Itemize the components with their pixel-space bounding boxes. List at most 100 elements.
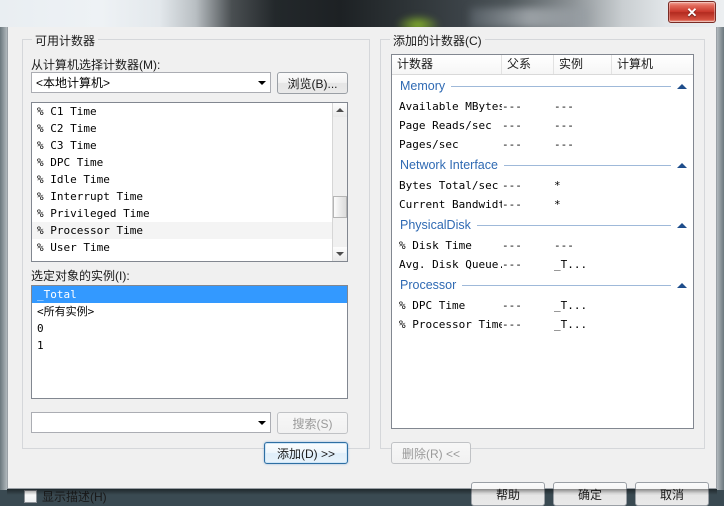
browse-button[interactable]: 浏览(B)... [277,72,348,94]
counter-cell-parent: --- [502,299,522,312]
counter-list-item[interactable]: % Privileged Time [32,205,347,222]
counter-cell-instance: _T... [554,318,588,331]
counter-group-name: Memory [400,79,446,93]
scroll-down-icon[interactable] [333,247,347,261]
counter-group-divider [462,284,671,286]
counter-cell-parent: --- [502,198,522,211]
counter-list-item[interactable]: % User Time [32,239,347,256]
table-row[interactable]: Pages/sec --- --- [392,135,693,154]
instance-list-item[interactable]: _Total [32,286,347,303]
counter-group-divider [503,164,671,166]
added-counters-table[interactable]: 计数器 父系 实例 计算机 Memory Available MBytes --- -… [391,54,694,429]
counter-cell-instance: --- [554,138,574,151]
instance-list-item[interactable]: <所有实例> [32,303,347,320]
table-row[interactable]: Avg. Disk Queue...--- _T... [392,255,693,274]
chevron-down-icon[interactable] [253,413,270,432]
counter-group-row[interactable]: Memory [392,75,693,97]
counter-cell-parent: --- [502,239,522,252]
instances-listbox[interactable]: _Total <所有实例> 0 1 [31,285,348,399]
counter-cell-instance: --- [554,239,574,252]
counter-list-item[interactable]: % Idle Time [32,171,347,188]
column-header-counter[interactable]: 计数器 [392,55,502,74]
table-row[interactable]: % Disk Time --- --- [392,236,693,255]
counter-cell-instance: _T... [554,299,588,312]
added-counters-table-body: Memory Available MBytes --- --- Page Reads/s… [392,75,693,334]
counter-cell-name: Avg. Disk Queue... [399,258,502,271]
counter-cell-parent: --- [502,318,522,331]
instances-list-rows: _Total <所有实例> 0 1 [32,286,347,354]
add-counters-dialog: ✕ 可用计数器 从计算机选择计数器(M): <本地计算机> 浏览(B)... %… [0,0,724,506]
column-header-instance[interactable]: 实例 [554,55,612,74]
instance-list-item[interactable]: 1 [32,337,347,354]
counter-cell-instance: --- [554,119,574,132]
table-row[interactable]: % DPC Time --- _T... [392,296,693,315]
counter-cell-parent: --- [502,138,522,151]
counter-group-name: Network Interface [400,158,498,172]
counter-group-divider [451,85,671,87]
scroll-up-icon[interactable] [333,103,347,117]
chevron-up-icon[interactable] [671,83,693,89]
dialog-client-area: 可用计数器 从计算机选择计数器(M): <本地计算机> 浏览(B)... % C… [7,27,717,506]
titlebar-desktop-glow [395,14,441,27]
column-header-parent[interactable]: 父系 [502,55,554,74]
counter-cell-name: Pages/sec [399,138,459,151]
counter-cell-name: Current Bandwidth [399,198,502,211]
available-counters-group-title: 可用计数器 [32,32,99,49]
counter-cell-instance: * [554,179,561,192]
source-computer-value: <本地计算机> [36,76,111,90]
counter-group-name: Processor [400,278,457,292]
chevron-up-icon[interactable] [671,282,693,288]
close-icon: ✕ [686,4,698,20]
chevron-up-icon[interactable] [671,162,693,168]
counter-cell-name: Page Reads/sec [399,119,492,132]
table-row[interactable]: % Processor Time --- _T... [392,315,693,334]
counters-scrollbar[interactable] [332,103,347,261]
instance-list-item[interactable]: 0 [32,320,347,337]
counter-list-item[interactable]: % DPC Time [32,154,347,171]
remove-button[interactable]: 删除(R) << [391,442,471,464]
counters-listbox[interactable]: % C1 Time% C2 Time% C3 Time% DPC Time% I… [31,102,348,262]
window-frame-left [0,12,7,490]
table-row[interactable]: Current Bandwidth --- * [392,195,693,214]
counter-group-row[interactable]: Network Interface [392,154,693,176]
source-computer-combo[interactable]: <本地计算机> [31,72,271,93]
chevron-down-icon[interactable] [253,73,270,92]
add-button[interactable]: 添加(D) >> [264,442,348,464]
scrollbar-thumb[interactable] [333,196,347,218]
counter-cell-name: Bytes Total/sec [399,179,499,192]
counter-cell-parent: --- [502,100,522,113]
counter-cell-parent: --- [502,179,522,192]
counter-cell-instance: * [554,198,561,211]
counter-group-divider [476,224,671,226]
counter-list-item[interactable]: % C3 Time [32,137,347,154]
search-combo[interactable] [31,412,271,433]
source-computer-label: 从计算机选择计数器(M): [31,58,161,72]
table-row[interactable]: Available MBytes --- --- [392,97,693,116]
close-button[interactable]: ✕ [668,1,716,23]
title-bar[interactable]: ✕ [0,0,724,27]
counter-list-item[interactable]: % Processor Time [32,222,347,239]
search-button[interactable]: 搜索(S) [277,412,348,434]
added-counters-table-header: 计数器 父系 实例 计算机 [392,55,693,75]
window-drop-shadow [7,489,717,495]
counter-cell-name: % Processor Time [399,318,502,331]
window-frame-right [717,12,724,490]
table-row[interactable]: Page Reads/sec --- --- [392,116,693,135]
counter-list-item[interactable]: % C1 Time [32,103,347,120]
chevron-up-icon[interactable] [671,222,693,228]
counter-group-row[interactable]: PhysicalDisk [392,214,693,236]
counter-cell-instance: _T... [554,258,588,271]
added-counters-group-title: 添加的计数器(C) [390,32,485,49]
counter-cell-name: Available MBytes [399,100,502,113]
counter-group-row[interactable]: Processor [392,274,693,296]
counter-cell-parent: --- [502,258,522,271]
counter-cell-instance: --- [554,100,574,113]
column-header-computer[interactable]: 计算机 [612,55,693,74]
counter-list-item[interactable]: % Interrupt Time [32,188,347,205]
table-row[interactable]: Bytes Total/sec --- * [392,176,693,195]
titlebar-desktop-blur [470,8,590,27]
counters-list-rows: % C1 Time% C2 Time% C3 Time% DPC Time% I… [32,103,347,256]
counter-group-name: PhysicalDisk [400,218,471,232]
counter-list-item[interactable]: % C2 Time [32,120,347,137]
instances-label: 选定对象的实例(I): [31,269,130,283]
